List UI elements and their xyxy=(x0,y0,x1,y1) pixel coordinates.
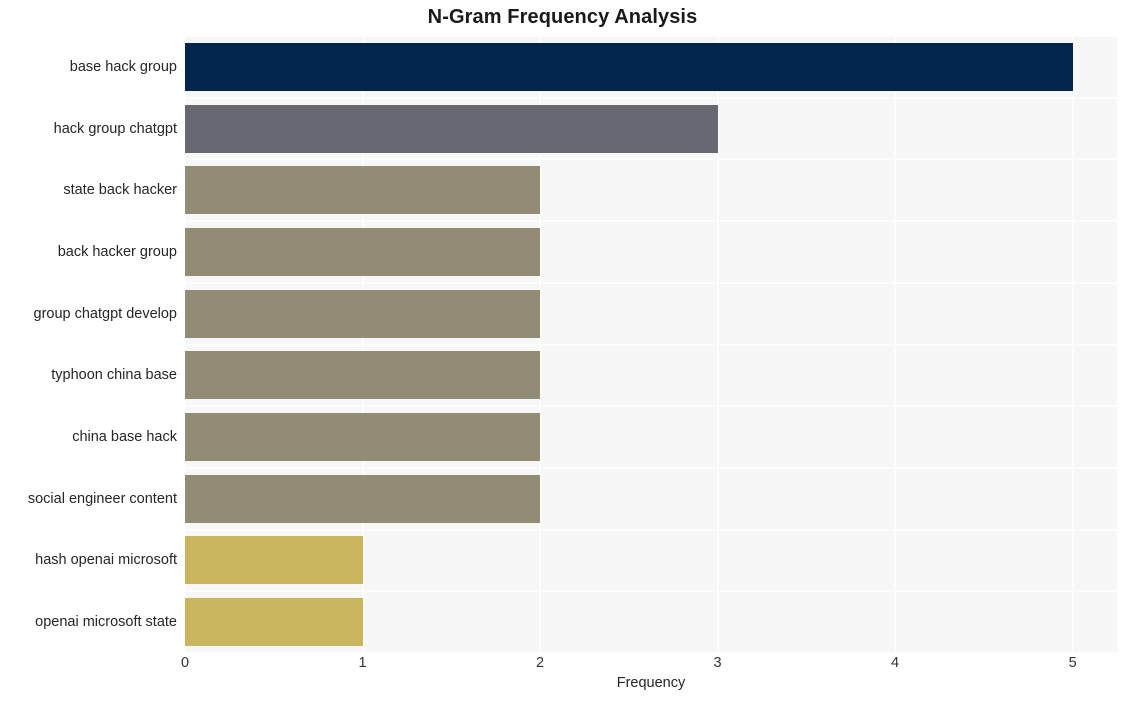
y-axis-tick-labels: base hack group hack group chatgpt state b… xyxy=(0,36,177,653)
bar[interactable] xyxy=(185,536,363,585)
x-axis-tick-labels: 0 1 2 3 4 5 xyxy=(0,655,1125,677)
y-axis-tick-label: back hacker group xyxy=(57,243,177,260)
y-axis-tick-label: openai microsoft state xyxy=(35,614,177,631)
gridline-horizontal xyxy=(185,343,1117,346)
gridline-horizontal xyxy=(185,466,1117,469)
y-axis-tick-label: group chatgpt develop xyxy=(33,305,178,322)
gridline-horizontal xyxy=(185,158,1117,161)
x-axis-tick-label: 0 xyxy=(180,655,190,671)
y-axis-tick-label: state back hacker xyxy=(63,182,177,199)
page-title: N-Gram Frequency Analysis xyxy=(427,6,698,28)
bar[interactable] xyxy=(185,104,718,153)
y-axis-tick-label: typhoon china base xyxy=(51,367,177,384)
x-axis-title: Frequency xyxy=(616,675,686,691)
bar[interactable] xyxy=(185,351,541,400)
bar[interactable] xyxy=(185,598,363,647)
chart-figure: N-Gram Frequency Analysis base hack grou… xyxy=(0,0,1125,701)
bar[interactable] xyxy=(185,413,541,462)
gridline-horizontal xyxy=(185,528,1117,531)
y-axis-tick-label: china base hack xyxy=(72,429,177,446)
x-axis-tick-label: 5 xyxy=(1068,655,1077,671)
x-axis-tick-label: 1 xyxy=(358,655,367,671)
bar[interactable] xyxy=(185,42,1073,91)
gridline-horizontal xyxy=(185,281,1117,284)
bar[interactable] xyxy=(185,227,541,276)
bar[interactable] xyxy=(185,474,541,523)
y-axis-tick-label: base hack group xyxy=(69,58,177,75)
bar[interactable] xyxy=(185,166,541,215)
y-axis-tick-label: hack group chatgpt xyxy=(53,120,177,137)
gridline-horizontal xyxy=(185,405,1117,408)
x-axis-tick-label: 3 xyxy=(713,655,722,671)
plot-area xyxy=(185,36,1117,653)
y-axis-tick-label: social engineer content xyxy=(27,490,177,507)
gridline-horizontal xyxy=(185,220,1117,223)
gridline-horizontal xyxy=(185,652,1117,653)
gridline-horizontal xyxy=(185,96,1117,99)
x-axis-tick-label: 4 xyxy=(891,655,900,671)
gridline-horizontal xyxy=(185,590,1117,593)
bar[interactable] xyxy=(185,289,541,338)
y-axis-tick-label: hash openai microsoft xyxy=(35,552,177,569)
gridline-horizontal xyxy=(185,36,1117,37)
x-axis-tick-label: 2 xyxy=(536,655,545,671)
